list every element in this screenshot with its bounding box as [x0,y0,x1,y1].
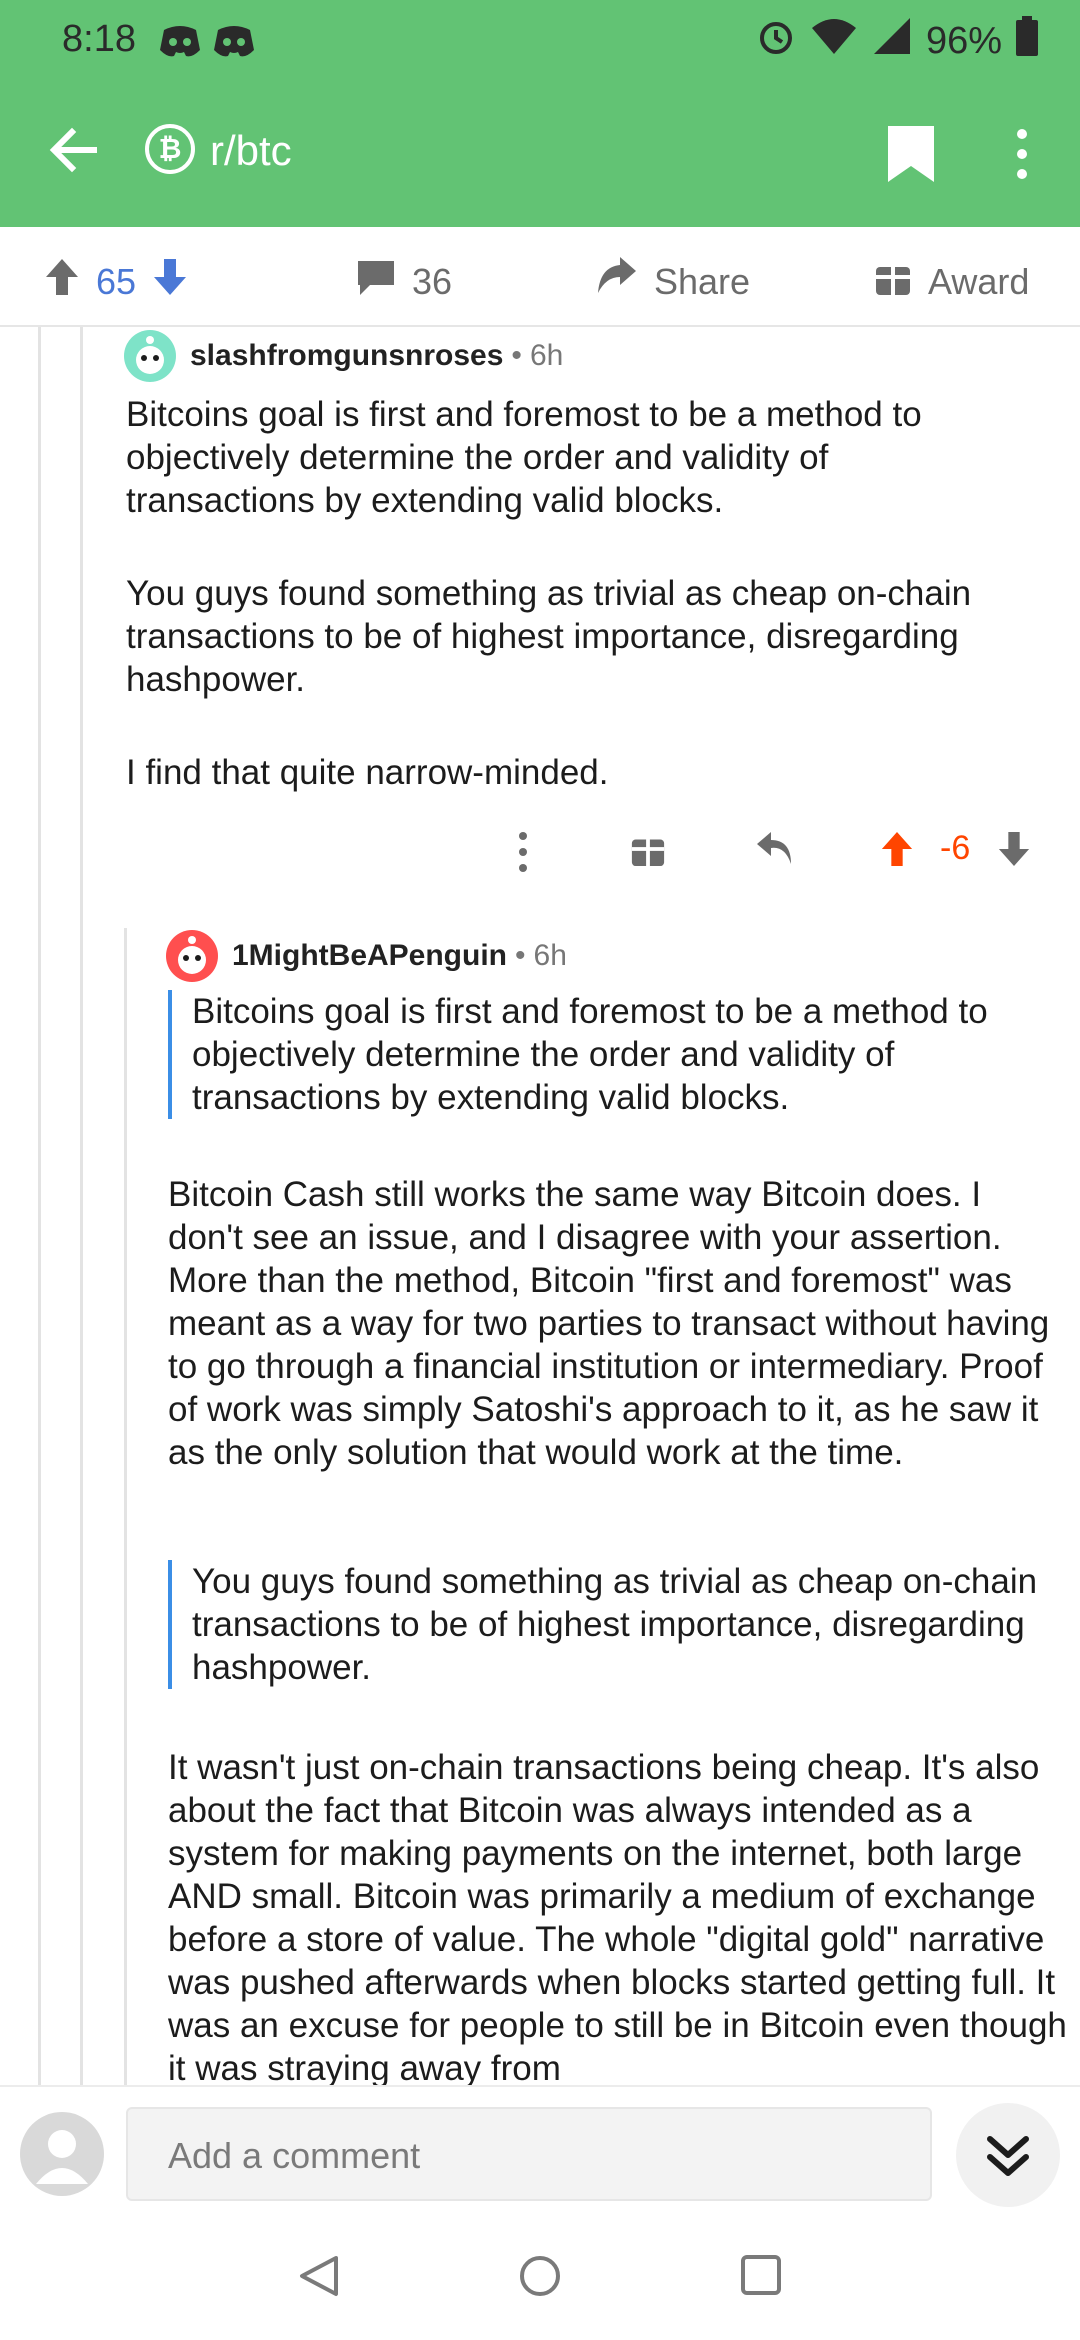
wifi-icon [810,16,858,66]
thread-line[interactable] [80,327,83,2085]
thread-line[interactable] [38,327,41,2085]
comment-body: It wasn't just on-chain transactions bei… [168,1746,1068,2085]
comment-body: Bitcoin Cash still works the same way Bi… [168,1173,1063,1474]
share-label: Share [654,260,751,302]
gift-icon[interactable] [630,830,666,873]
comment-header: 1MightBeAPenguin • 6h [166,930,567,982]
award-label: Award [928,260,1030,302]
comment-time-separator: • [515,939,526,972]
bookmark-icon[interactable] [888,126,934,187]
status-right: 96% [756,16,1038,66]
quote-text: You guys found something as trivial as c… [192,1562,1038,1687]
app-bar: ₿ r/btc [0,80,1080,227]
comment-author[interactable]: 1MightBeAPenguin [232,939,507,973]
downvote-icon[interactable] [152,257,188,306]
comment-time-separator: • [511,339,522,372]
upvote-icon[interactable] [880,830,914,873]
battery-icon [1016,16,1038,66]
more-options-icon[interactable] [517,830,529,879]
comments-button[interactable]: 36 [356,257,452,306]
user-avatar[interactable] [20,2112,104,2196]
comment-composer: Add a comment [0,2085,1080,2212]
comment-header: slashfromgunsnroses • 6h [124,330,563,382]
comment-paragraph: Bitcoins goal is first and foremost to b… [126,395,922,520]
award-button[interactable]: Award [874,257,1029,306]
share-icon [596,257,638,306]
comment-body: Bitcoins goal is first and foremost to b… [126,393,1026,794]
status-bar: 8:18 96% [0,0,1080,80]
comment-paragraph: Bitcoin Cash still works the same way Bi… [168,1175,1050,1472]
avatar[interactable] [124,330,176,382]
alarm-icon [756,16,796,66]
share-button[interactable]: Share [596,257,750,306]
chevron-down-icon[interactable] [956,2103,1060,2207]
status-time: 8:18 [62,18,136,60]
block-quote: You guys found something as trivial as c… [168,1560,1042,1689]
post-action-bar: 65 36 Share Award [0,227,1080,327]
comment-paragraph: You guys found something as trivial as c… [126,574,972,699]
subreddit-name[interactable]: r/btc [210,127,292,175]
add-comment-input[interactable]: Add a comment [126,2107,932,2201]
comment-count: 36 [412,260,453,302]
comment-time: 6h [529,339,564,372]
comment-score: -6 [940,829,971,867]
back-triangle-icon[interactable] [298,2254,340,2303]
home-circle-icon[interactable] [518,2254,562,2303]
battery-text: 96% [925,19,1002,62]
comment-author[interactable]: slashfromgunsnroses [190,339,503,373]
gift-icon [874,257,912,306]
quote-text: Bitcoins goal is first and foremost to b… [192,992,988,1117]
comment-paragraph: It wasn't just on-chain transactions bei… [168,1748,1067,2085]
more-options-icon[interactable] [1010,126,1034,187]
block-quote: Bitcoins goal is first and foremost to b… [168,990,1042,1119]
vote-count: 65 [96,260,137,302]
signal-icon [872,16,912,66]
recents-square-icon[interactable] [740,2254,782,2301]
avatar[interactable] [166,930,218,982]
back-arrow-icon[interactable] [44,120,104,180]
comment-icon [356,257,396,306]
comment-time: 6h [533,939,567,972]
comment-actions: -6 [500,825,1060,885]
discord-icon [158,22,202,72]
upvote-icon[interactable] [44,257,80,306]
thread-line[interactable] [124,928,127,2085]
discord-icon [212,22,256,72]
vote-group: 65 [44,257,188,306]
bitcoin-icon[interactable]: ₿ [145,124,195,174]
comment-paragraph: I find that quite narrow-minded. [126,753,609,792]
downvote-icon[interactable] [997,830,1031,873]
reply-icon[interactable] [755,830,795,871]
android-nav-bar [0,2210,1080,2340]
